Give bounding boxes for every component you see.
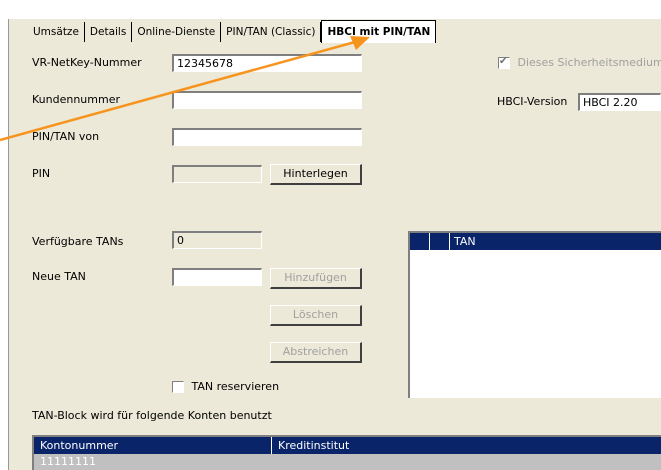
highlight-arrow-icon [0,36,370,142]
